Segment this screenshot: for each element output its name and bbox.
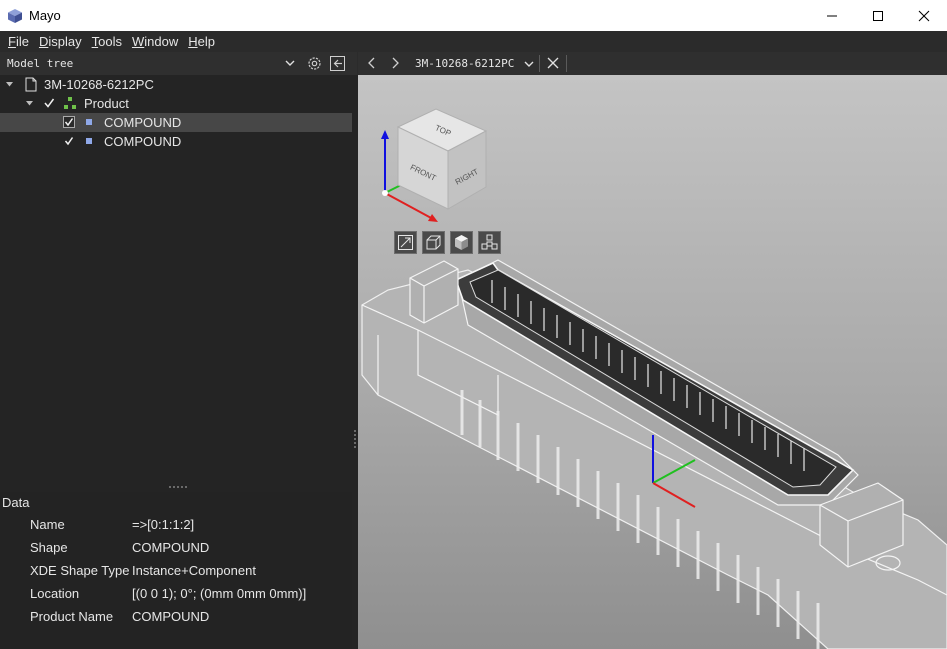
wireframe-view-button[interactable] (422, 231, 445, 254)
next-document-icon[interactable] (388, 56, 402, 70)
chevron-down-icon (524, 61, 534, 67)
tree-label-compound-1: COMPOUND (104, 115, 182, 130)
data-panel: Data Name =>[0:1:1:2] Shape COMPOUND XDE… (0, 492, 357, 649)
close-icon (918, 10, 930, 21)
tree-item-document[interactable]: 3M-10268-6212PC (0, 75, 352, 94)
data-key: Shape (30, 540, 68, 555)
maximize-icon (873, 10, 883, 21)
separator (566, 55, 567, 72)
document-bar: 3M-10268-6212PC (358, 52, 947, 75)
close-left-panel-icon[interactable] (329, 55, 346, 72)
data-value: [(0 0 1); 0°; (0mm 0mm 0mm)] (132, 586, 307, 601)
expand-arrow-icon[interactable] (25, 99, 34, 108)
menu-display-label: isplay (48, 34, 82, 49)
menu-tools[interactable]: Tools (87, 34, 127, 49)
left-panel: Model tree 3M-10268-6212PC Product COMPO… (0, 52, 357, 649)
minimize-button[interactable] (809, 0, 855, 31)
widget-selector-value: Model tree (7, 57, 74, 70)
tree-item-compound-1[interactable]: COMPOUND (0, 113, 352, 132)
data-value: COMPOUND (132, 540, 210, 555)
tree-item-product[interactable]: Product (0, 94, 352, 113)
previous-document-icon[interactable] (365, 56, 379, 70)
menu-help-label: elp (197, 34, 215, 49)
widget-selector-combo[interactable]: Model tree (3, 54, 299, 73)
part-icon (86, 119, 92, 125)
close-document-icon[interactable] (546, 56, 560, 70)
splitter-grip-icon[interactable] (169, 486, 187, 488)
menu-window-mnemonic: W (131, 34, 145, 49)
view-cube[interactable]: TOP FRONT RIGHT (394, 107, 494, 211)
menu-file[interactable]: File (3, 34, 34, 49)
menu-bar: File Display Tools Window Help (0, 31, 947, 52)
tree-label-compound-2: COMPOUND (104, 134, 182, 149)
explode-assembly-icon (481, 234, 498, 250)
close-window-button[interactable] (901, 0, 947, 31)
explode-view-button[interactable] (478, 231, 501, 254)
menu-help-mnemonic: H (188, 34, 198, 49)
menu-help[interactable]: Help (183, 34, 220, 49)
data-key: Location (30, 586, 80, 601)
minimize-icon (827, 15, 837, 16)
wireframe-cube-icon (426, 235, 441, 250)
menu-display-mnemonic: D (38, 34, 49, 49)
checkbox-checked-icon[interactable] (43, 97, 55, 109)
model-tree: 3M-10268-6212PC Product COMPOUND COMPOUN… (0, 75, 357, 485)
document-selector-combo[interactable]: 3M-10268-6212PC (408, 52, 538, 75)
left-panel-header: Model tree (0, 52, 357, 75)
part-icon (86, 138, 92, 144)
window-title: Mayo (29, 8, 61, 23)
menu-display[interactable]: Display (34, 34, 87, 49)
tree-item-compound-2[interactable]: COMPOUND (0, 132, 352, 151)
menu-file-mnemonic: F (8, 34, 16, 49)
menu-window[interactable]: Window (127, 34, 183, 49)
data-key: XDE Shape Type (30, 563, 130, 578)
data-key: Product Name (30, 609, 114, 624)
data-key: Name (30, 517, 65, 532)
shaded-view-button[interactable] (450, 231, 473, 254)
menu-window-label: indow (144, 34, 179, 49)
chevron-down-icon (285, 60, 295, 66)
title-bar: Mayo (0, 0, 947, 31)
data-value: Instance+Component (132, 563, 256, 578)
gear-icon[interactable] (306, 55, 323, 72)
fit-all-icon (398, 235, 413, 250)
vertical-splitter-grip-icon[interactable] (354, 430, 356, 448)
data-panel-title: Data (2, 495, 30, 510)
viewport-toolbar (394, 231, 501, 254)
fit-all-button[interactable] (394, 231, 417, 254)
3d-viewport[interactable]: TOP FRONT RIGHT (358, 75, 947, 649)
menu-file-label: ile (15, 34, 29, 49)
maximize-button[interactable] (855, 0, 901, 31)
document-icon (25, 77, 37, 92)
tree-label-document: 3M-10268-6212PC (44, 77, 154, 92)
menu-tools-label: ools (98, 34, 122, 49)
separator (539, 55, 540, 72)
data-value: =>[0:1:1:2] (132, 517, 195, 532)
tree-label-product: Product (84, 96, 129, 111)
mayo-app-icon (8, 8, 22, 23)
document-name: 3M-10268-6212PC (415, 57, 515, 70)
expand-arrow-icon[interactable] (5, 80, 14, 89)
connector-model (361, 259, 947, 649)
data-value: COMPOUND (132, 609, 210, 624)
shaded-cube-icon (455, 235, 468, 250)
checkbox-checked-icon[interactable] (63, 116, 75, 128)
checkbox-checked-icon[interactable] (63, 135, 75, 147)
assembly-icon (64, 97, 76, 109)
